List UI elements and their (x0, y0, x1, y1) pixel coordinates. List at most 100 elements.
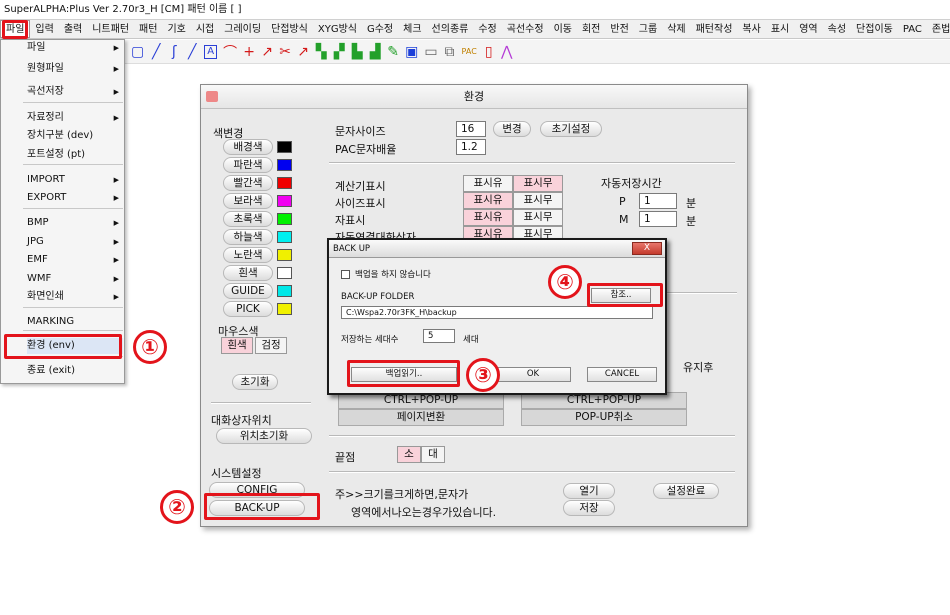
menu-item[interactable]: 출력 (59, 20, 87, 38)
menu-item[interactable]: 삭제 (662, 20, 690, 38)
dropdown-item[interactable]: 장치구분 (dev) (27, 128, 123, 144)
arc-icon[interactable]: ⌒ (223, 42, 237, 62)
menu-item[interactable]: 단접방식 (266, 20, 313, 38)
menu-item[interactable]: 회전 (577, 20, 605, 38)
color-button[interactable]: 파란색 (223, 157, 273, 173)
page-change-button[interactable]: 페이지변환 (338, 409, 504, 426)
dropdown-item[interactable]: 파일 ▶ (27, 40, 123, 56)
color-swatch[interactable] (277, 177, 292, 189)
color-button[interactable]: 초록색 (223, 211, 273, 227)
flip-icon[interactable]: ▙ (351, 44, 363, 60)
autosave-p-input[interactable]: 1 (639, 193, 677, 209)
position-reset-button[interactable]: 위치초기화 (216, 428, 312, 444)
marker-icon[interactable]: ▯ (483, 44, 495, 60)
text-A-icon[interactable]: A (204, 44, 218, 59)
color-swatch[interactable] (277, 267, 292, 279)
dropdown-item[interactable]: MARKING (27, 314, 123, 330)
menu-item[interactable]: 단접이동 (851, 20, 898, 38)
copy-icon[interactable]: ⧉ (444, 44, 456, 60)
menu-item[interactable]: 복사 (737, 20, 765, 38)
menu-item[interactable]: 그룹 (634, 20, 662, 38)
slash-icon[interactable]: ╱ (150, 44, 162, 60)
menu-item[interactable]: 기호 (162, 20, 190, 38)
open-button[interactable]: 열기 (563, 483, 615, 499)
color-swatch[interactable] (277, 141, 292, 153)
pac-icon[interactable]: PAC (462, 47, 477, 56)
menu-item[interactable]: 입력 (30, 20, 58, 38)
color-swatch[interactable] (277, 303, 292, 315)
menu-item[interactable]: G수정 (362, 20, 398, 38)
menu-item[interactable]: 표시 (766, 20, 794, 38)
save-button[interactable]: 저장 (563, 500, 615, 516)
mouse-white-button[interactable]: 흰색 (221, 337, 253, 354)
seam-hide-button[interactable]: 표시무 (513, 209, 563, 226)
menu-item[interactable]: 선의종류 (427, 20, 474, 38)
small-button[interactable]: 소 (397, 446, 421, 463)
menu-item[interactable]: 영역 (794, 20, 822, 38)
menu-item[interactable]: 곡선수정 (502, 20, 549, 38)
pac-ratio-input[interactable]: 1.2 (456, 139, 486, 155)
scissors-icon[interactable]: ✂ (279, 44, 291, 60)
menu-item[interactable]: 패턴작성 (691, 20, 738, 38)
folder-path-input[interactable]: C:\Wspa2.70r3FK_H\backup (341, 306, 653, 319)
dropdown-item[interactable]: 원형파일 ▶ (27, 61, 123, 77)
dropdown-item[interactable]: 화면인쇄 ▶ (27, 289, 123, 305)
cancel-button[interactable]: CANCEL (587, 367, 657, 382)
cross-icon[interactable]: + (243, 44, 255, 60)
calc-show-button[interactable]: 표시유 (463, 175, 513, 192)
pencil-icon[interactable]: ✎ (387, 44, 399, 60)
color-button[interactable]: 노란색 (223, 247, 273, 263)
dropdown-item[interactable]: 포트설정 (pt) (27, 147, 123, 163)
close-button[interactable]: X (632, 242, 662, 255)
popup-cancel-button[interactable]: POP-UP취소 (521, 409, 687, 426)
grid-icon[interactable]: ▚ (315, 44, 327, 60)
menu-item[interactable]: 존법선 (927, 20, 950, 38)
branch-icon[interactable]: ⋀ (501, 44, 513, 60)
checkbox[interactable] (341, 270, 350, 279)
color-button[interactable]: 하늘색 (223, 229, 273, 245)
generations-input[interactable]: 5 (423, 329, 455, 343)
color-button[interactable]: GUIDE (223, 283, 273, 299)
dropdown-item[interactable]: 종료 (exit) (27, 363, 123, 379)
font-size-input[interactable]: 16 (456, 121, 486, 137)
color-swatch[interactable] (277, 231, 292, 243)
menu-item[interactable]: 수정 (473, 20, 501, 38)
apply-settings-button[interactable]: 설정완료 (653, 483, 719, 499)
dropdown-item[interactable]: IMPORT ▶ (27, 172, 123, 188)
calc-hide-button[interactable]: 표시무 (513, 175, 563, 192)
square-dot-icon[interactable]: ▣ (405, 44, 418, 60)
paper-icon[interactable]: ▭ (424, 44, 437, 60)
autosave-m-input[interactable]: 1 (639, 211, 677, 227)
menu-item[interactable]: 그레이딩 (219, 20, 266, 38)
dropdown-item[interactable]: 곡선저장 ▶ (27, 84, 123, 100)
arrow-icon[interactable]: ↗ (297, 44, 309, 60)
menu-item[interactable]: 이동 (549, 20, 577, 38)
seam-show-button[interactable]: 표시유 (463, 209, 513, 226)
curve-icon[interactable]: ʃ (168, 44, 180, 60)
init-settings-button[interactable]: 초기설정 (540, 121, 602, 137)
line-icon[interactable]: ╱ (186, 44, 198, 60)
ok-button[interactable]: OK (495, 367, 571, 382)
square-icon[interactable]: ▢ (131, 44, 144, 60)
color-button[interactable]: 배경색 (223, 139, 273, 155)
color-button[interactable]: 흰색 (223, 265, 273, 281)
color-swatch[interactable] (277, 159, 292, 171)
menu-item[interactable]: XYG방식 (313, 20, 362, 38)
color-button[interactable]: 빨간색 (223, 175, 273, 191)
reset-button[interactable]: 초기화 (232, 374, 278, 390)
large-button[interactable]: 대 (421, 446, 445, 463)
menu-item[interactable]: PAC (898, 20, 927, 38)
menu-item[interactable]: 니트패턴 (87, 20, 134, 38)
color-swatch[interactable] (277, 213, 292, 225)
dropdown-item[interactable]: 자료정리 ▶ (27, 110, 123, 126)
change-button[interactable]: 변경 (493, 121, 531, 137)
color-swatch[interactable] (277, 249, 292, 261)
color-swatch[interactable] (277, 285, 292, 297)
notch-icon[interactable]: ▟ (369, 44, 381, 60)
dropdown-item[interactable]: EMF ▶ (27, 252, 123, 268)
menu-item[interactable]: 속성 (823, 20, 851, 38)
dropdown-item[interactable]: WMF ▶ (27, 271, 123, 287)
mouse-black-button[interactable]: 검정 (255, 337, 287, 354)
menu-item[interactable]: 체크 (398, 20, 426, 38)
mirror-icon[interactable]: ▞ (333, 44, 345, 60)
